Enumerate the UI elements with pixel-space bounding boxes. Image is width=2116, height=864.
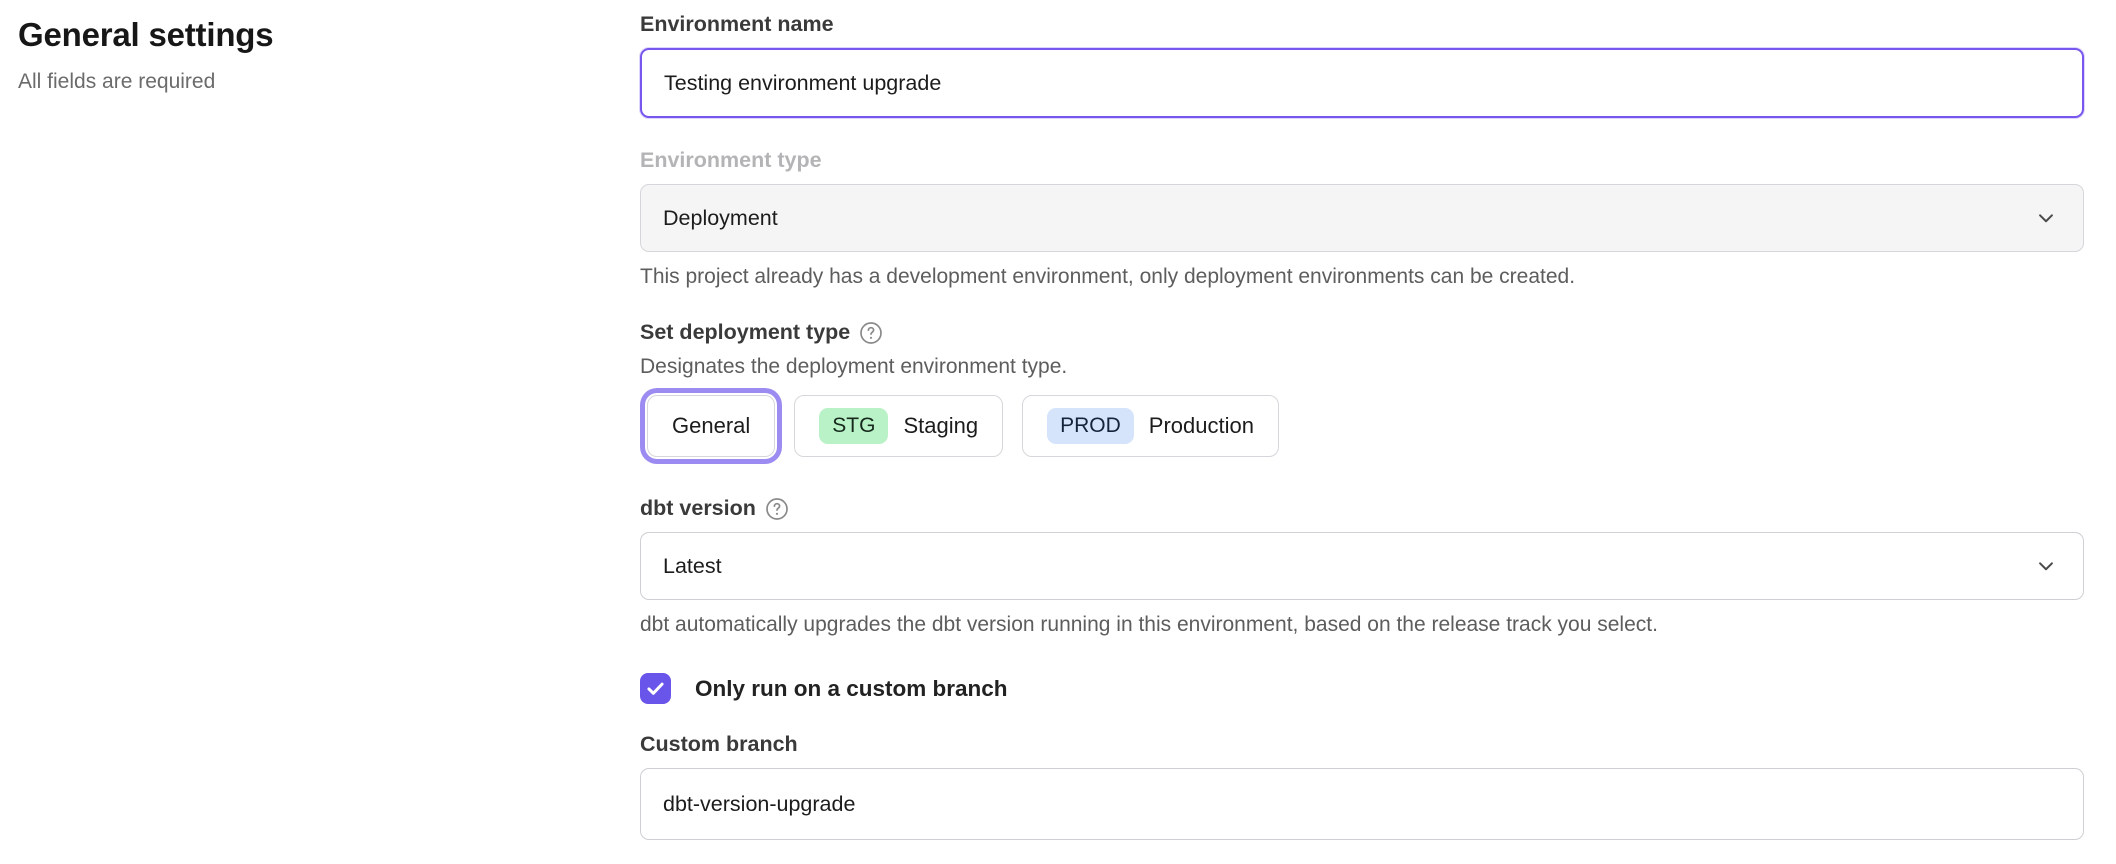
environment-type-select[interactable]: Deployment [640, 184, 2084, 252]
deployment-type-staging-label: Staging [903, 413, 978, 439]
page-subtitle: All fields are required [18, 70, 578, 94]
dbt-version-value: Latest [663, 554, 722, 579]
environment-name-input[interactable] [640, 48, 2084, 118]
custom-branch-input[interactable] [640, 768, 2084, 840]
dbt-version-select[interactable]: Latest [640, 532, 2084, 600]
page-title: General settings [18, 16, 578, 54]
help-circle-icon[interactable] [765, 497, 789, 521]
staging-badge: STG [819, 408, 888, 444]
deployment-type-staging-button[interactable]: STG Staging [794, 395, 1003, 457]
production-badge: PROD [1047, 408, 1134, 444]
help-circle-icon[interactable] [859, 321, 883, 345]
environment-name-label: Environment name [640, 12, 2084, 37]
custom-branch-label: Custom branch [640, 732, 2084, 757]
chevron-down-icon [2033, 553, 2059, 579]
environment-type-helper: This project already has a development e… [640, 265, 2084, 289]
chevron-down-icon [2033, 205, 2059, 231]
deployment-type-label-text: Set deployment type [640, 320, 850, 345]
dbt-version-helper: dbt automatically upgrades the dbt versi… [640, 613, 2084, 637]
deployment-type-label: Set deployment type [640, 319, 2084, 345]
deployment-type-options: General STG Staging PROD Production [640, 395, 2084, 457]
deployment-type-general-label: General [672, 413, 750, 439]
environment-type-value: Deployment [663, 206, 778, 231]
deployment-type-helper: Designates the deployment environment ty… [640, 355, 2084, 379]
dbt-version-label-text: dbt version [640, 496, 756, 521]
deployment-type-production-button[interactable]: PROD Production [1022, 395, 1279, 457]
dbt-version-label: dbt version [640, 495, 2084, 521]
custom-branch-checkbox-row: Only run on a custom branch [640, 673, 2084, 704]
custom-branch-checkbox-label[interactable]: Only run on a custom branch [695, 676, 1008, 702]
settings-header: General settings All fields are required [18, 16, 578, 94]
deployment-type-production-label: Production [1149, 413, 1254, 439]
environment-settings-form: Environment name Environment type Deploy… [640, 12, 2084, 840]
environment-type-label: Environment type [640, 148, 2084, 173]
checkmark-icon [645, 678, 666, 699]
custom-branch-checkbox[interactable] [640, 673, 671, 704]
deployment-type-general-button[interactable]: General [647, 395, 775, 457]
